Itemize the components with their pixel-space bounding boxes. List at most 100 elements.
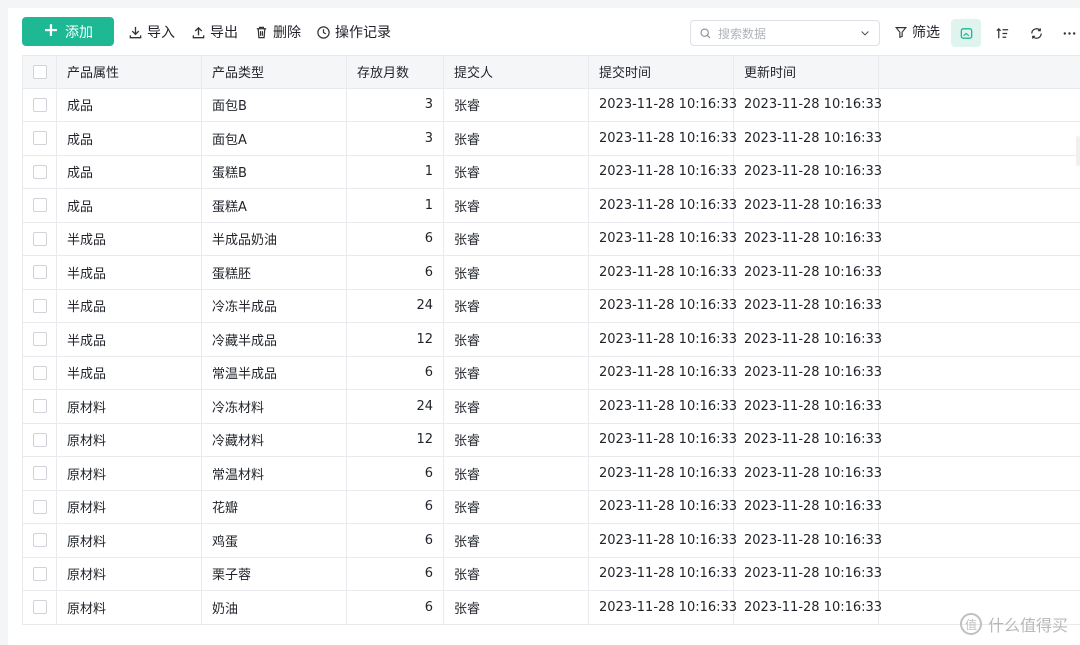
more-button[interactable] [1054, 19, 1080, 47]
row-checkbox[interactable] [32, 432, 47, 447]
cell-submit-time: 2023-11-28 10:16:33 [589, 155, 737, 188]
cell-update-time: 2023-11-28 10:16:33 [734, 557, 882, 590]
table-row[interactable]: 成品 蛋糕B 1 张睿 2023-11-28 10:16:33 2023-11-28 10… [22, 155, 1080, 189]
cell-product-type: 常温半成品 [202, 356, 347, 389]
cell-storage-months: 6 [347, 524, 444, 557]
scrollbar[interactable] [1076, 136, 1080, 166]
toolbar: + 添加 导入 导出 删除 操作记录 搜索数据 筛选 [8, 8, 1080, 54]
table-body: 成品 面包B 3 张睿 2023-11-28 10:16:33 2023-11-28 10… [22, 88, 1080, 625]
export-button[interactable]: 导出 [191, 21, 238, 43]
card-view-button[interactable] [951, 19, 981, 47]
search-input[interactable]: 搜索数据 [690, 20, 880, 46]
header-submit-time[interactable]: 提交时间 [589, 56, 734, 88]
header-product-type[interactable]: 产品类型 [202, 56, 347, 88]
row-checkbox[interactable] [32, 566, 47, 581]
row-checkbox[interactable] [32, 265, 47, 280]
sort-icon [995, 27, 1008, 38]
cell-product-attribute: 半成品 [57, 256, 202, 289]
row-checkbox[interactable] [32, 298, 47, 313]
cell-submit-time: 2023-11-28 10:16:33 [589, 289, 737, 322]
cell-product-attribute: 成品 [57, 189, 202, 222]
header-submitter[interactable]: 提交人 [444, 56, 589, 88]
table-row[interactable]: 原材料 常温材料 6 张睿 2023-11-28 10:16:33 2023-11-28 … [22, 457, 1080, 491]
row-select-cell [22, 490, 57, 523]
row-checkbox[interactable] [32, 97, 47, 112]
table-row[interactable]: 半成品 冷藏半成品 12 张睿 2023-11-28 10:16:33 2023-11-2… [22, 323, 1080, 357]
table-row[interactable]: 原材料 冷藏材料 12 张睿 2023-11-28 10:16:33 2023-11-28… [22, 423, 1080, 457]
row-checkbox[interactable] [32, 600, 47, 615]
cell-product-type: 蛋糕B [202, 155, 347, 188]
row-checkbox[interactable] [32, 231, 47, 246]
row-checkbox[interactable] [32, 365, 47, 380]
cell-product-type: 面包B [202, 88, 347, 121]
cell-product-type: 奶油 [202, 591, 347, 624]
cell-product-type: 冷冻材料 [202, 390, 347, 423]
cell-product-attribute: 原材料 [57, 524, 202, 557]
history-button[interactable]: 操作记录 [316, 21, 391, 43]
cell-update-time: 2023-11-28 10:16:33 [734, 155, 882, 188]
cell-update-time: 2023-11-28 10:16:33 [734, 88, 882, 121]
clock-icon [317, 25, 330, 39]
table-row[interactable]: 成品 蛋糕A 1 张睿 2023-11-28 10:16:33 2023-11-28 10… [22, 189, 1080, 223]
cell-update-time: 2023-11-28 10:16:33 [734, 222, 882, 255]
trash-icon [256, 26, 267, 38]
chevron-down-icon[interactable] [859, 27, 871, 39]
table-row[interactable]: 半成品 冷冻半成品 24 张睿 2023-11-28 10:16:33 2023-11-2… [22, 289, 1080, 323]
filter-button[interactable]: 筛选 [894, 21, 940, 43]
row-checkbox[interactable] [32, 198, 47, 213]
cell-product-attribute: 原材料 [57, 557, 202, 590]
header-update-time[interactable]: 更新时间 [734, 56, 879, 88]
import-button[interactable]: 导入 [128, 21, 175, 43]
table-row[interactable]: 半成品 半成品奶油 6 张睿 2023-11-28 10:16:33 2023-11-28… [22, 222, 1080, 256]
cell-submitter: 张睿 [444, 155, 589, 188]
cell-submit-time: 2023-11-28 10:16:33 [589, 524, 737, 557]
cell-submitter: 张睿 [444, 557, 589, 590]
row-checkbox[interactable] [32, 164, 47, 179]
header-product-attribute[interactable]: 产品属性 [57, 56, 202, 88]
cell-submit-time: 2023-11-28 10:16:33 [589, 222, 737, 255]
table-row[interactable]: 半成品 常温半成品 6 张睿 2023-11-28 10:16:33 2023-11-28… [22, 356, 1080, 390]
cell-storage-months: 24 [347, 390, 444, 423]
cell-submit-time: 2023-11-28 10:16:33 [589, 189, 737, 222]
delete-button[interactable]: 删除 [254, 21, 301, 43]
import-label: 导入 [147, 25, 175, 41]
table-row[interactable]: 半成品 蛋糕胚 6 张睿 2023-11-28 10:16:33 2023-11-28 1… [22, 256, 1080, 290]
cell-storage-months: 3 [347, 88, 444, 121]
row-select-cell [22, 256, 57, 289]
table-row[interactable]: 原材料 花瓣 6 张睿 2023-11-28 10:16:33 2023-11-28 10… [22, 490, 1080, 524]
cell-product-attribute: 成品 [57, 122, 202, 155]
row-checkbox[interactable] [32, 399, 47, 414]
cell-product-attribute: 半成品 [57, 356, 202, 389]
row-checkbox[interactable] [32, 466, 47, 481]
cell-update-time: 2023-11-28 10:16:33 [734, 591, 882, 624]
table-row[interactable]: 成品 面包B 3 张睿 2023-11-28 10:16:33 2023-11-28 10… [22, 88, 1080, 122]
cell-storage-months: 6 [347, 490, 444, 523]
cell-submit-time: 2023-11-28 10:16:33 [589, 557, 737, 590]
row-checkbox[interactable] [32, 533, 47, 548]
table-row[interactable]: 原材料 鸡蛋 6 张睿 2023-11-28 10:16:33 2023-11-28 10… [22, 524, 1080, 558]
upload-icon [192, 26, 205, 38]
table-row[interactable]: 原材料 奶油 6 张睿 2023-11-28 10:16:33 2023-11-28 10… [22, 591, 1080, 625]
cell-product-attribute: 原材料 [57, 591, 202, 624]
add-button[interactable]: + 添加 [22, 17, 114, 46]
row-checkbox[interactable] [32, 332, 47, 347]
select-all-checkbox[interactable] [32, 64, 47, 79]
cell-submitter: 张睿 [444, 289, 589, 322]
header-select-cell [22, 56, 57, 88]
cell-product-type: 冷藏材料 [202, 423, 347, 456]
cell-product-attribute: 成品 [57, 88, 202, 121]
watermark-text: 什么值得买 [987, 616, 1068, 635]
sort-button[interactable] [987, 19, 1017, 47]
row-checkbox[interactable] [32, 131, 47, 146]
row-select-cell [22, 591, 57, 624]
row-checkbox[interactable] [32, 499, 47, 514]
cell-submitter: 张睿 [444, 490, 589, 523]
cell-update-time: 2023-11-28 10:16:33 [734, 524, 882, 557]
table-row[interactable]: 原材料 冷冻材料 24 张睿 2023-11-28 10:16:33 2023-11-28… [22, 390, 1080, 424]
cell-submit-time: 2023-11-28 10:16:33 [589, 256, 737, 289]
table-row[interactable]: 成品 面包A 3 张睿 2023-11-28 10:16:33 2023-11-28 10… [22, 122, 1080, 156]
refresh-button[interactable] [1021, 19, 1051, 47]
cell-product-attribute: 半成品 [57, 289, 202, 322]
header-storage-months[interactable]: 存放月数 [347, 56, 444, 88]
table-row[interactable]: 原材料 栗子蓉 6 张睿 2023-11-28 10:16:33 2023-11-28 1… [22, 557, 1080, 591]
